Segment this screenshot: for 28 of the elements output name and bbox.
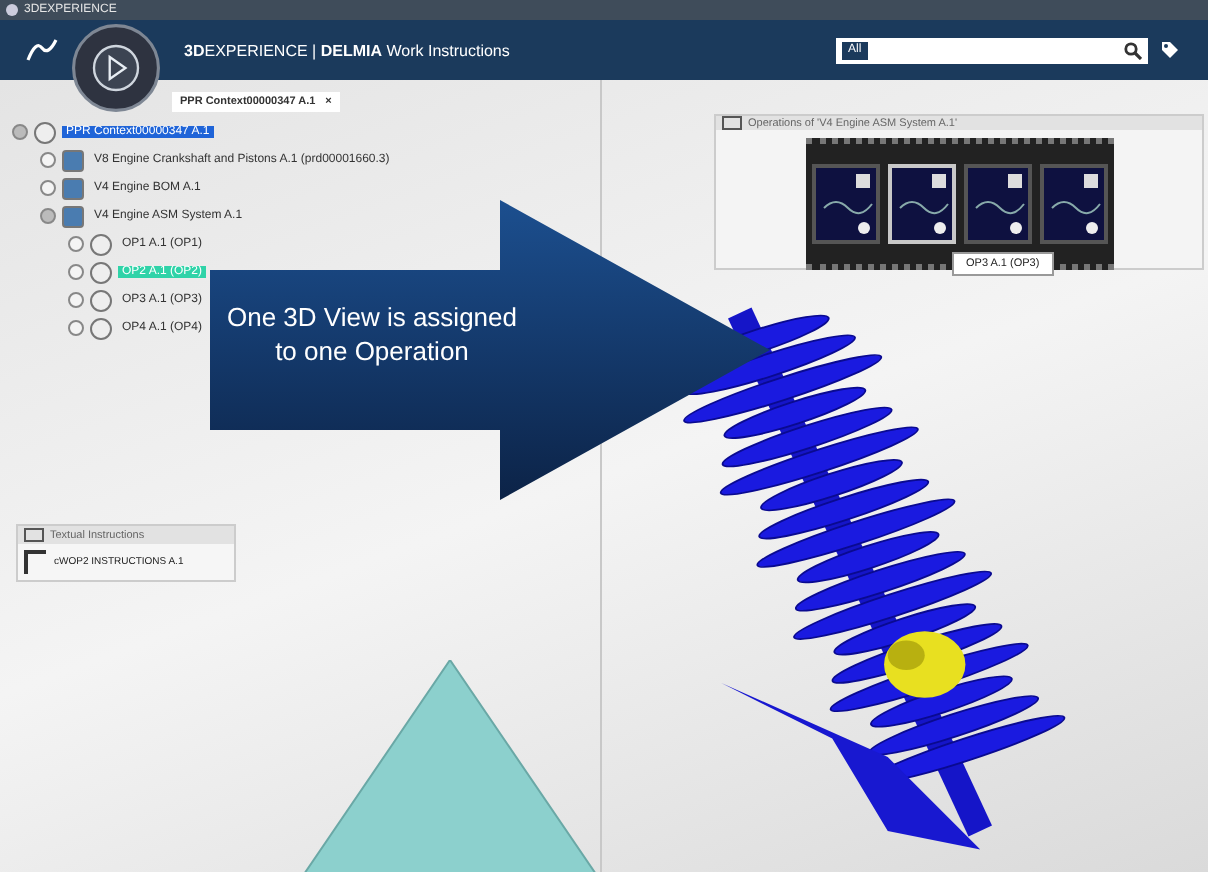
collapse-icon[interactable]	[12, 124, 28, 140]
node-icon	[62, 177, 84, 199]
collapse-icon[interactable]	[40, 208, 56, 224]
logo-icon	[24, 36, 60, 64]
expand-icon[interactable]	[68, 264, 84, 280]
node-icon	[90, 261, 112, 283]
expand-icon[interactable]	[68, 320, 84, 336]
operation-thumbnail[interactable]	[963, 164, 1031, 244]
callout-text: One 3D View is assigned to one Operation	[224, 300, 519, 368]
expand-icon[interactable]	[40, 152, 56, 168]
search-icon[interactable]	[1124, 41, 1142, 59]
expand-icon[interactable]	[40, 180, 56, 196]
expand-icon[interactable]	[68, 236, 84, 252]
app-icon	[6, 4, 18, 16]
node-icon	[62, 205, 84, 227]
node-icon	[90, 317, 112, 339]
operation-thumbnail[interactable]	[811, 164, 879, 244]
operation-thumbnail[interactable]	[1039, 164, 1107, 244]
panel-icon	[722, 116, 742, 130]
instructions-icon	[24, 528, 44, 542]
expand-icon[interactable]	[68, 292, 84, 308]
tag-icon[interactable]	[1160, 40, 1180, 60]
node-icon	[90, 233, 112, 255]
node-icon	[34, 121, 56, 143]
app-title: 3DEXPERIENCE | DELMIA Work Instructions	[184, 41, 512, 59]
document-icon	[24, 550, 46, 574]
node-icon	[90, 289, 112, 311]
node-icon	[62, 149, 84, 171]
